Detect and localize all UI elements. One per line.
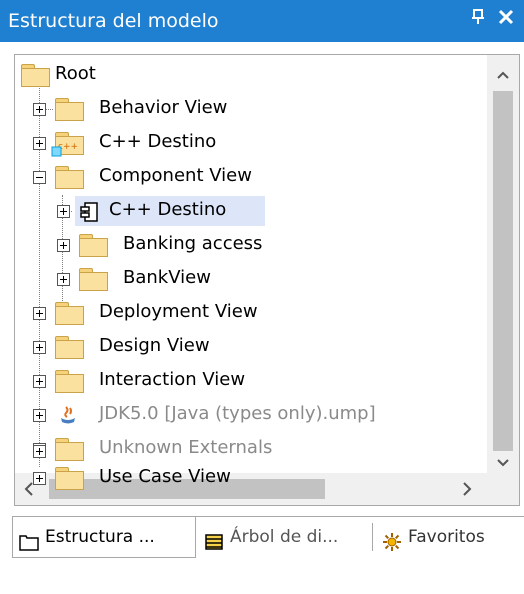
tab-separator — [372, 523, 373, 551]
tree-node-root[interactable]: Root — [15, 59, 485, 91]
component-icon — [79, 201, 101, 227]
tree-node[interactable]: Component View — [15, 161, 485, 193]
tree-node-label: BankView — [123, 267, 211, 288]
tree-node-label: Behavior View — [99, 97, 228, 118]
tree-node[interactable]: Banking access — [15, 229, 485, 261]
tab-strip: Estructura ... Árbol de di... Favoritos — [12, 516, 524, 558]
tree-node[interactable]: Unknown Externals — [15, 433, 485, 465]
java-icon — [57, 404, 79, 430]
tab-arbol-de-diagramas[interactable]: Árbol de di... — [200, 517, 372, 557]
tree-node-label: Component View — [99, 165, 252, 186]
close-icon[interactable] — [494, 7, 518, 31]
tree-node-label: JDK5.0 [Java (types only).ump] — [99, 403, 376, 424]
tree-node-label: Unknown Externals — [99, 437, 273, 458]
expand-icon[interactable] — [33, 307, 46, 320]
folder-icon — [55, 166, 84, 189]
vertical-scroll-thumb[interactable] — [493, 91, 513, 451]
scroll-down-icon[interactable] — [487, 455, 519, 471]
model-tree-panel: Estructura del modelo Root Behavior View — [0, 0, 524, 594]
pin-icon[interactable] — [468, 8, 488, 32]
tree-node[interactable]: Behavior View — [15, 93, 485, 125]
tree-node[interactable]: JDK5.0 [Java (types only).ump] — [15, 399, 485, 431]
folder-icon — [79, 234, 108, 257]
tree-node[interactable]: c++ C++ Destino — [15, 127, 485, 159]
tree-node-label: C++ Destino — [109, 199, 227, 220]
folder-outline-icon — [19, 527, 39, 551]
expand-icon[interactable] — [33, 472, 46, 485]
tree-node-label: Use Case View — [99, 466, 231, 487]
scroll-corner — [487, 473, 519, 505]
tree-node-label: Banking access — [123, 233, 263, 254]
star-burst-icon — [382, 527, 402, 551]
diagram-tree-icon — [204, 527, 224, 550]
panel-tab-bar: Estructura ... Árbol de di... Favoritos — [0, 508, 524, 594]
cpp-folder-icon: c++ — [51, 132, 84, 157]
vertical-scrollbar[interactable] — [487, 55, 519, 495]
panel-title: Estructura del modelo — [8, 10, 219, 32]
scroll-up-icon[interactable] — [487, 67, 519, 83]
model-tree[interactable]: Root Behavior View c++ C++ Destino Compo… — [14, 54, 520, 506]
folder-icon — [55, 467, 84, 490]
folder-icon — [21, 64, 50, 87]
tree-node[interactable]: Design View — [15, 331, 485, 363]
tab-estructura[interactable]: Estructura ... — [12, 517, 196, 558]
folder-icon — [55, 370, 84, 393]
folder-icon — [55, 336, 84, 359]
expand-icon[interactable] — [57, 205, 70, 218]
tree-node[interactable]: Interaction View — [15, 365, 485, 397]
expand-icon[interactable] — [33, 445, 46, 458]
tree-node-label: Deployment View — [99, 301, 258, 322]
tree-node-label: Interaction View — [99, 369, 246, 390]
folder-icon — [79, 268, 108, 291]
expand-icon[interactable] — [33, 341, 46, 354]
tree-node-label: Root — [55, 63, 96, 84]
panel-title-bar[interactable]: Estructura del modelo — [0, 0, 524, 42]
folder-icon — [55, 438, 84, 461]
folder-icon — [55, 302, 84, 325]
tab-label: Árbol de di... — [230, 527, 339, 547]
folder-icon — [55, 98, 84, 121]
expand-icon[interactable] — [57, 273, 70, 286]
tree-node-label: C++ Destino — [99, 131, 217, 152]
expand-icon[interactable] — [57, 239, 70, 252]
tree-node-selected[interactable]: C++ Destino — [15, 195, 485, 227]
collapse-icon[interactable] — [33, 171, 46, 184]
tab-label: Estructura ... — [45, 527, 155, 547]
expand-icon[interactable] — [33, 103, 46, 116]
tree-node[interactable]: BankView — [15, 263, 485, 295]
tree-node-label: Design View — [99, 335, 210, 356]
expand-icon[interactable] — [33, 137, 46, 150]
expand-icon[interactable] — [33, 375, 46, 388]
tab-favoritos[interactable]: Favoritos — [378, 517, 524, 557]
tab-label: Favoritos — [408, 527, 485, 547]
expand-icon[interactable] — [33, 409, 46, 422]
tree-node[interactable]: Use Case View — [14, 462, 484, 494]
tree-node[interactable]: Deployment View — [15, 297, 485, 329]
